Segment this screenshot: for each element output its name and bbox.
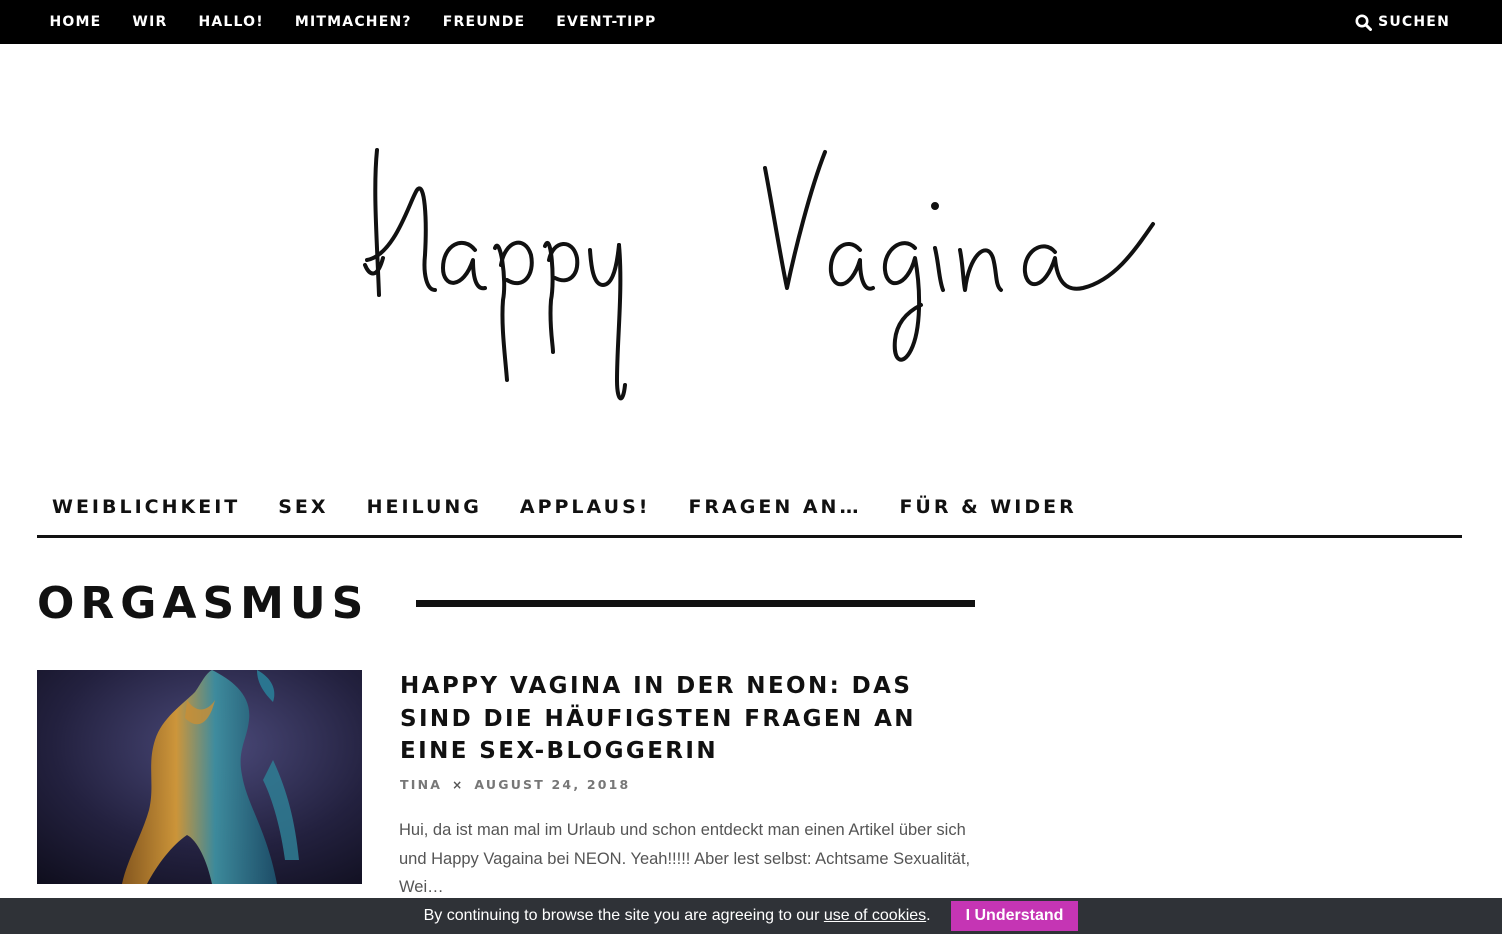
top-nav-freunde[interactable]: FREUNDE (443, 14, 526, 30)
top-nav-hallo[interactable]: HALLO! (198, 14, 263, 30)
post-thumbnail[interactable] (37, 670, 362, 884)
title-divider (416, 600, 975, 607)
top-nav-event-tipp[interactable]: EVENT-TIPP (556, 14, 656, 30)
post-meta: TINA × AUGUST 24, 2018 (400, 777, 630, 792)
search-button[interactable]: SUCHEN (1355, 0, 1450, 44)
cookie-text: By continuing to browse the site you are… (424, 907, 931, 925)
category-sex[interactable]: SEX (278, 488, 328, 526)
search-label: SUCHEN (1378, 14, 1450, 30)
post-excerpt: Hui, da ist man mal im Urlaub und schon … (399, 821, 971, 896)
category-fuer-wider[interactable]: FÜR & WIDER (899, 488, 1076, 526)
cookie-text-before: By continuing to browse the site you are… (423, 907, 824, 924)
cookie-bar: By continuing to browse the site you are… (0, 898, 1502, 934)
search-icon (1355, 14, 1373, 31)
top-bar: HOME WIR HALLO! MITMACHEN? FREUNDE EVENT… (0, 0, 1502, 44)
category-fragen-an[interactable]: FRAGEN AN… (688, 488, 861, 526)
top-nav: HOME WIR HALLO! MITMACHEN? FREUNDE EVENT… (34, 0, 672, 44)
category-applaus[interactable]: APPLAUS! (520, 488, 651, 526)
category-weiblichkeit[interactable]: WEIBLICHKEIT (52, 488, 240, 526)
archive-title: ORGASMUS (37, 578, 370, 629)
cookie-text-after: . (926, 907, 931, 924)
top-nav-wir[interactable]: WIR (132, 14, 167, 30)
post-title[interactable]: HAPPY VAGINA IN DER NEON: DAS SIND DIE H… (400, 670, 980, 768)
top-nav-home[interactable]: HOME (50, 14, 102, 30)
cookie-policy-link[interactable]: use of cookies (824, 907, 926, 924)
site-logo[interactable] (355, 140, 1165, 415)
post-thumbnail-image (37, 670, 362, 884)
post-date: AUGUST 24, 2018 (474, 777, 631, 792)
category-heilung[interactable]: HEILUNG (367, 488, 482, 526)
logo-script (363, 148, 1155, 401)
cookie-accept-button[interactable]: I Understand (950, 901, 1079, 931)
top-nav-mitmachen[interactable]: MITMACHEN? (295, 14, 412, 30)
meta-separator: × (452, 777, 465, 792)
category-nav: WEIBLICHKEIT SEX HEILUNG APPLAUS! FRAGEN… (37, 488, 1462, 538)
post-author[interactable]: TINA (400, 777, 442, 792)
